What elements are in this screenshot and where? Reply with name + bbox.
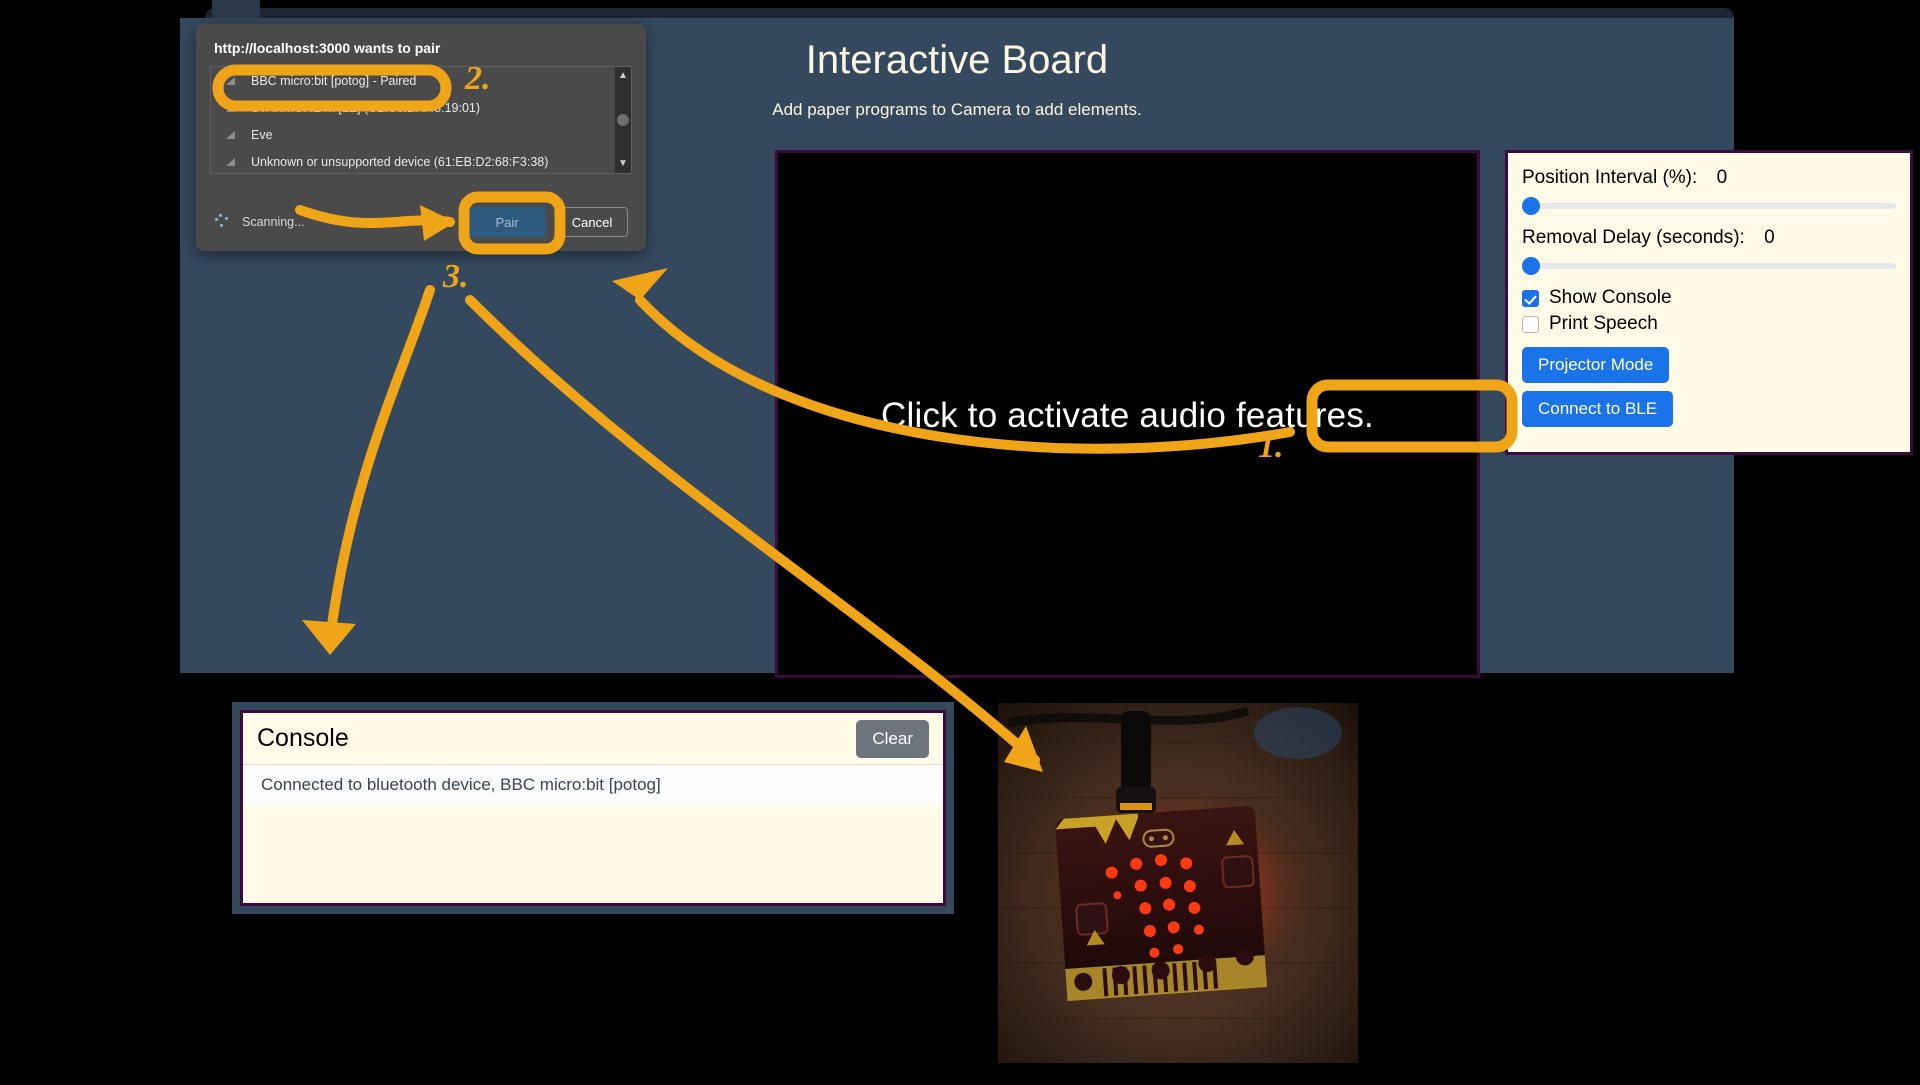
removal-delay-value: 0 [1764,227,1775,248]
device-list-item[interactable]: Unknown or unsupported device (61:EB:D2:… [211,148,631,173]
console-clear-button[interactable]: Clear [856,719,929,758]
device-list-scrollbar[interactable]: ▲ ▼ [615,67,631,173]
microbit-photo-svg [998,703,1358,1063]
show-console-row[interactable]: Show Console [1522,287,1896,309]
pair-button[interactable]: Pair [468,207,546,237]
microbit-photo [998,703,1358,1063]
step-number-3: 3. [443,258,469,295]
device-list-item[interactable]: STANMORE III [LE] (C1:C6:BA:48:19:01) [211,94,631,121]
console-inner: Console Clear Connected to bluetooth dev… [240,710,946,906]
bluetooth-pair-dialog[interactable]: http://localhost:3000 wants to pair BBC … [196,24,646,251]
removal-delay-slider-thumb[interactable] [1522,257,1540,275]
pair-dialog-title: http://localhost:3000 wants to pair [214,40,441,56]
position-interval-slider-thumb[interactable] [1522,197,1540,215]
chevron-up-icon[interactable]: ▲ [618,71,628,81]
print-speech-checkbox[interactable] [1522,315,1539,333]
console-title: Console [257,724,349,752]
connect-to-ble-button[interactable]: Connect to BLE [1522,391,1674,427]
removal-delay-label: Removal Delay (seconds): 0 [1522,227,1896,249]
device-name: BBC micro:bit [potog] - Paired [251,73,417,88]
cancel-button[interactable]: Cancel [556,207,628,237]
step-number-1: 1. [1258,428,1284,465]
removal-delay-text: Removal Delay (seconds): [1522,227,1745,248]
board-canvas[interactable]: Click to activate audio features. [775,150,1480,678]
device-list-item[interactable]: BBC micro:bit [potog] - Paired [211,67,631,94]
signal-icon [226,103,235,112]
scrollbar-thumb[interactable] [617,114,629,126]
position-interval-text: Position Interval (%): [1522,167,1698,188]
position-interval-value: 0 [1716,167,1728,188]
console-panel: Console Clear Connected to bluetooth dev… [232,702,954,914]
print-speech-label: Print Speech [1549,313,1658,334]
control-panel: Position Interval (%): 0 Removal Delay (… [1505,150,1913,455]
device-list-item[interactable]: Eve [211,121,631,148]
chevron-down-icon[interactable]: ▼ [618,159,628,169]
console-log-line: Connected to bluetooth device, BBC micro… [243,765,943,805]
signal-icon [226,157,235,166]
screenshot-root: Interactive Board Add paper programs to … [0,0,1920,1085]
scanning-spinner-icon [214,214,230,230]
console-header: Console Clear [243,713,943,765]
device-name: Unknown or unsupported device (61:EB:D2:… [251,154,549,169]
device-name: STANMORE III [LE] (C1:C6:BA:48:19:01) [251,100,481,115]
projector-mode-button[interactable]: Projector Mode [1522,347,1670,383]
removal-delay-slider[interactable] [1522,257,1896,275]
signal-icon [226,76,235,85]
position-interval-slider[interactable] [1522,197,1896,215]
device-list[interactable]: BBC micro:bit [potog] - Paired STANMORE … [210,66,632,174]
step-number-2: 2. [465,60,491,97]
show-console-label: Show Console [1549,287,1672,308]
position-interval-label: Position Interval (%): 0 [1522,167,1896,189]
show-console-checkbox[interactable] [1522,289,1539,307]
print-speech-row[interactable]: Print Speech [1522,313,1896,335]
pair-dialog-footer: Scanning... Pair Cancel [196,193,646,251]
device-name: Eve [251,127,273,142]
activate-audio-message: Click to activate audio features. [881,396,1374,435]
signal-icon [226,130,235,139]
scanning-status: Scanning... [242,215,305,229]
